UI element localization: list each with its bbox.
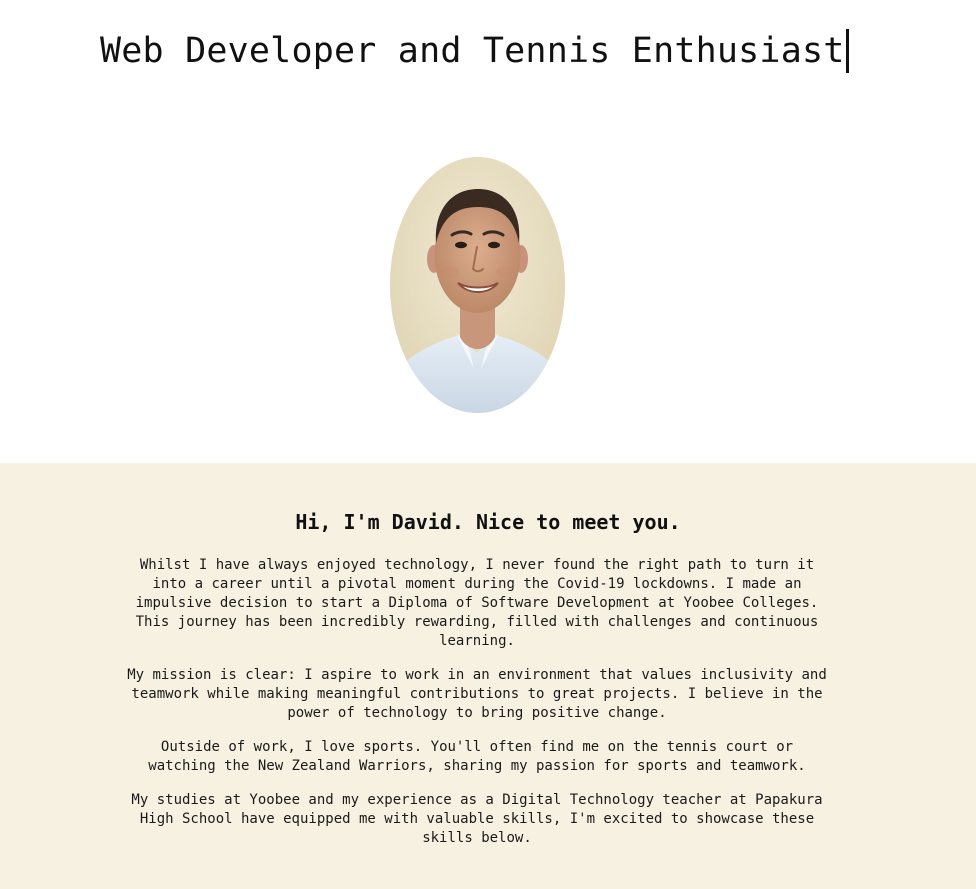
- about-paragraph-skills: My studies at Yoobee and my experience a…: [131, 792, 823, 846]
- profile-photo: [390, 157, 565, 413]
- about-paragraph-mission: My mission is clear: I aspire to work in…: [127, 667, 827, 721]
- typing-cursor: [845, 29, 849, 73]
- hero-section: Web Developer and Tennis Enthusiast: [0, 0, 976, 463]
- about-paragraph-career: Whilst I have always enjoyed technology,…: [135, 557, 819, 649]
- about-section: Hi, I'm David. Nice to meet you. Whilst …: [0, 463, 976, 889]
- about-heading: Hi, I'm David. Nice to meet you.: [295, 510, 681, 534]
- hero-title: Web Developer and Tennis Enthusiast: [100, 26, 849, 76]
- about-body: Whilst I have always enjoyed technology,…: [126, 556, 828, 863]
- hero-title-text: Web Developer and Tennis Enthusiast: [100, 31, 845, 71]
- person-portrait-icon: [390, 157, 565, 413]
- about-paragraph-hobbies: Outside of work, I love sports. You'll o…: [148, 739, 806, 774]
